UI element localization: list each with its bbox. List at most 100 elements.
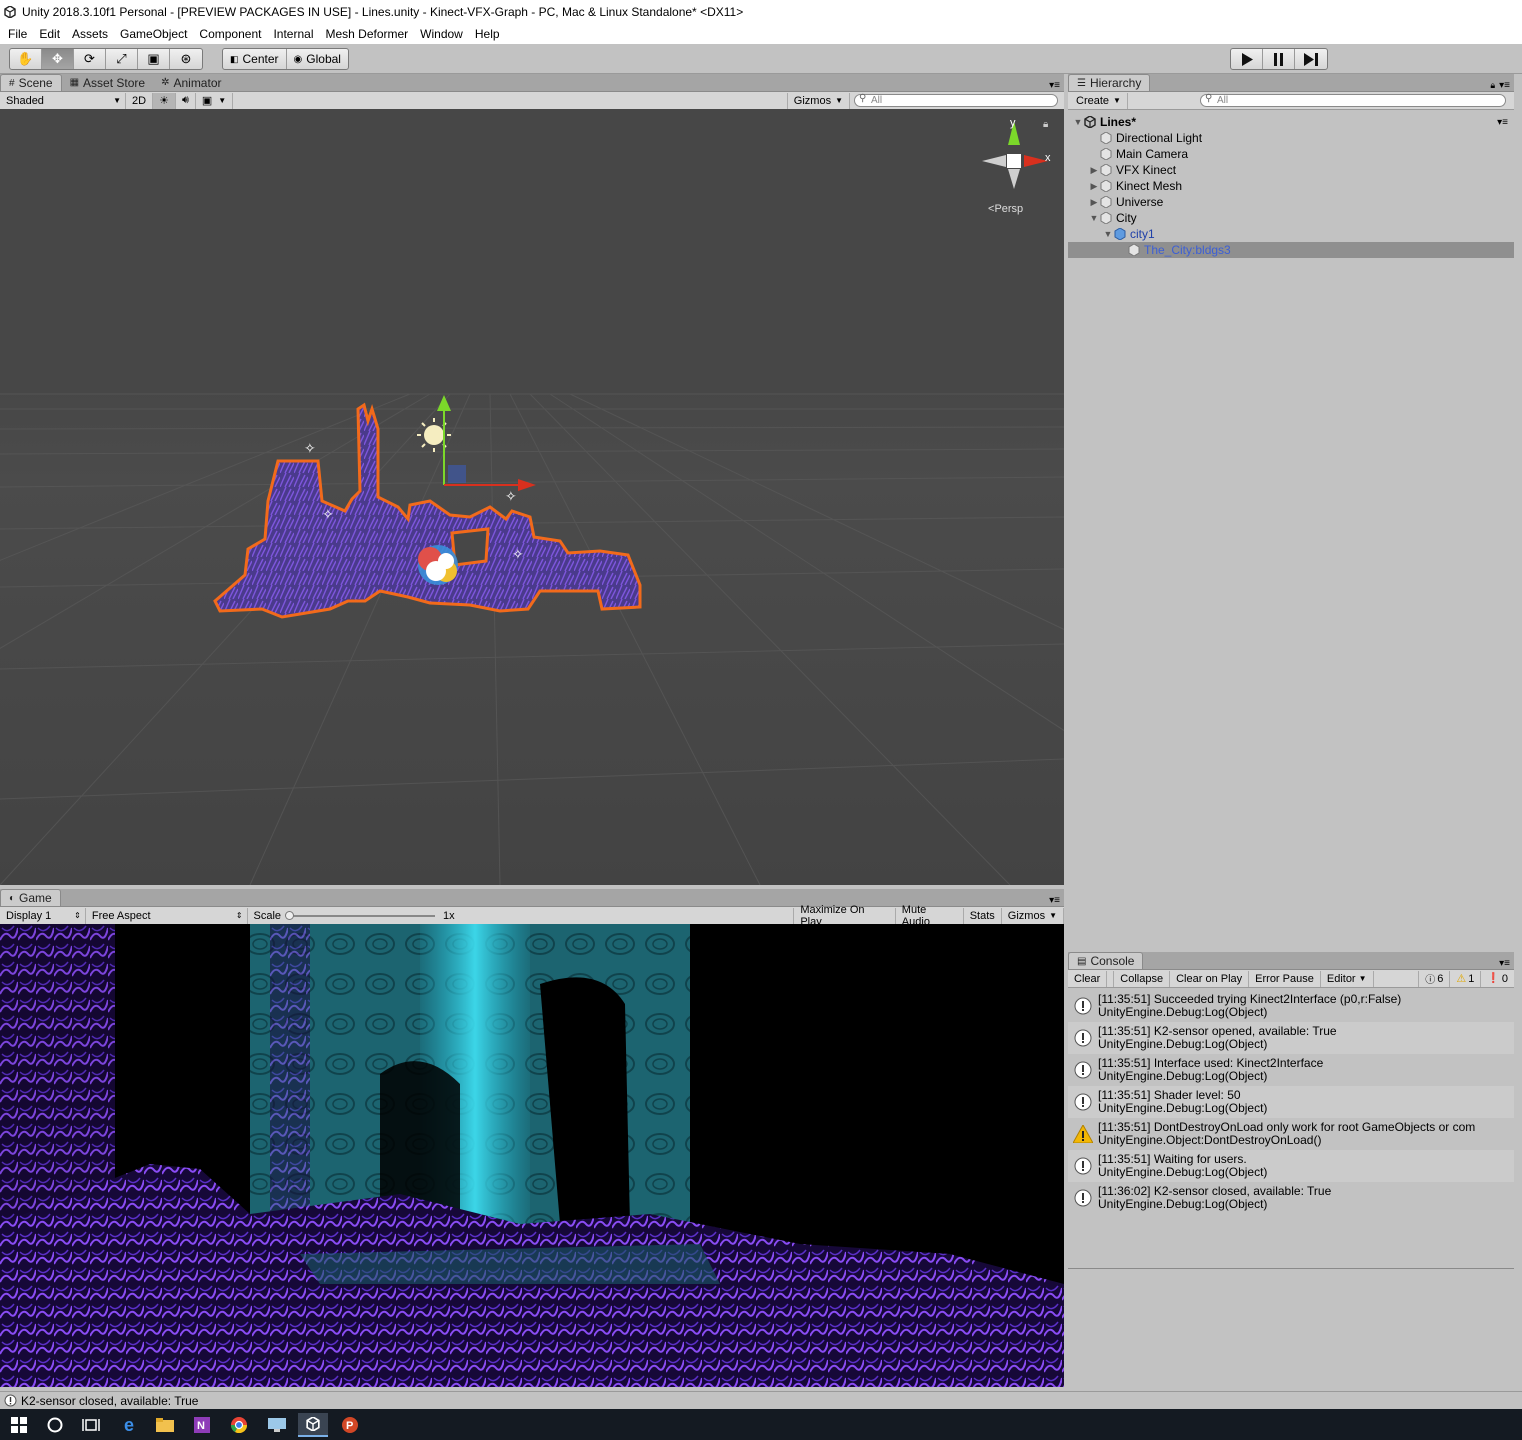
hierarchy-item-universe[interactable]: ▶ Universe [1068, 194, 1514, 210]
log-entry[interactable]: [11:35:51] Shader level: 50 UnityEngine.D… [1068, 1086, 1514, 1118]
gizmos-dropdown[interactable]: Gizmos ▼ [786, 92, 850, 109]
error-filter-toggle[interactable]: ❗ 0 [1481, 971, 1514, 987]
audio-toggle[interactable]: 🔊︎ [176, 92, 196, 109]
rotate-tool-button[interactable]: ⟳ [74, 49, 106, 69]
log-entry[interactable]: [11:35:51] Succeeded trying Kinect2Inter… [1068, 990, 1514, 1022]
taskbar-chrome[interactable] [224, 1413, 254, 1437]
aspect-dropdown[interactable]: Free Aspect ⇕ [86, 907, 248, 924]
scene-panel: # Scene ▦ Asset Store ✲ Animator ▾≡ Shaded ▼… [0, 74, 1064, 110]
start-button[interactable] [4, 1413, 34, 1437]
move-tool-button[interactable]: ✥ [42, 49, 74, 69]
console-detail-divider[interactable] [1068, 1268, 1514, 1269]
display-dropdown[interactable]: Display 1 ⇕ [0, 907, 86, 924]
scale-tool-button[interactable]: ⤢ [106, 49, 138, 69]
panel-menu-icon[interactable]: ▾≡ [1049, 895, 1064, 906]
expand-arrow-icon[interactable]: ▼ [1102, 229, 1114, 239]
transform-tool-button[interactable]: ⊛ [170, 49, 202, 69]
taskbar-edge[interactable]: e [114, 1413, 144, 1437]
toggle-2d-button[interactable]: 2D [126, 92, 154, 109]
hierarchy-item-kinect-mesh[interactable]: ▶ Kinect Mesh [1068, 178, 1514, 194]
taskbar-unity[interactable] [298, 1413, 328, 1437]
lighting-toggle[interactable]: ☀ [153, 92, 176, 109]
hierarchy-item-city1[interactable]: ▼ city1 [1068, 226, 1514, 242]
global-button[interactable]: ◉ Global [287, 49, 348, 69]
log-entry[interactable]: [11:35:51] Waiting for users. UnityEngine… [1068, 1150, 1514, 1182]
info-filter-toggle[interactable]: ⓘ 6 [1418, 970, 1451, 987]
rect-tool-button[interactable]: ▣ [138, 49, 170, 69]
expand-arrow-icon[interactable]: ▶ [1088, 197, 1100, 208]
status-bar[interactable]: K2-sensor closed, available: True [0, 1391, 1522, 1409]
expand-arrow-icon[interactable]: ▼ [1072, 117, 1084, 127]
lock-icon[interactable]: 🔒︎ [1490, 80, 1499, 91]
expand-arrow-icon[interactable]: ▶ [1088, 181, 1100, 192]
mute-audio-toggle[interactable]: Mute Audio [896, 904, 964, 928]
pause-button[interactable] [1263, 49, 1295, 69]
taskbar-onenote[interactable]: N [187, 1413, 217, 1437]
tab-console[interactable]: ▤ Console [1068, 952, 1144, 969]
scene-root-row[interactable]: ▼ Lines* ▾≡ [1068, 114, 1514, 130]
gameobject-icon [1100, 164, 1112, 176]
hierarchy-search-input[interactable]: All [1199, 93, 1506, 107]
console-clear-on-play-button[interactable]: Clear on Play [1170, 970, 1250, 987]
menu-window[interactable]: Window [414, 27, 469, 41]
task-view-button[interactable] [76, 1413, 106, 1437]
console-error-pause-button[interactable]: Error Pause [1249, 970, 1321, 987]
scene-viewport[interactable]: ✧ ✧ ✧ ✧ y x 🔒︎ <Persp [0, 109, 1064, 885]
game-viewport[interactable] [0, 924, 1064, 1387]
menu-edit[interactable]: Edit [33, 27, 66, 41]
rect-icon: ▣ [147, 51, 160, 66]
log-entry-warning[interactable]: [11:35:51] DontDestroyOnLoad only work f… [1068, 1118, 1514, 1150]
scale-slider-thumb[interactable] [285, 910, 295, 920]
hierarchy-item-main-camera[interactable]: Main Camera [1068, 146, 1514, 162]
info-icon [1074, 1189, 1092, 1207]
tab-game[interactable]: ◐ Game [0, 889, 61, 906]
console-editor-dropdown[interactable]: Editor ▼ [1321, 970, 1374, 987]
tab-asset-store[interactable]: ▦ Asset Store [62, 74, 153, 91]
scene-search-input[interactable]: All [854, 93, 1058, 107]
scale-slider[interactable] [285, 910, 436, 920]
taskbar-remote[interactable] [262, 1413, 292, 1437]
hierarchy-item-directional-light[interactable]: Directional Light [1068, 130, 1514, 146]
projection-toggle[interactable]: <Persp [988, 203, 1023, 215]
hierarchy-item-city[interactable]: ▼ City [1068, 210, 1514, 226]
stats-toggle[interactable]: Stats [964, 907, 1002, 924]
panel-menu-icon[interactable]: ▾≡ [1049, 80, 1064, 91]
hierarchy-item-the-city-bldgs3[interactable]: The_City:bldgs3 [1068, 242, 1514, 258]
menu-help[interactable]: Help [469, 27, 506, 41]
step-button[interactable] [1295, 49, 1327, 69]
warning-filter-toggle[interactable]: ⚠ 1 [1450, 970, 1482, 987]
tab-scene[interactable]: # Scene [0, 74, 62, 91]
menu-gameobject[interactable]: GameObject [114, 27, 193, 41]
menu-mesh-deformer[interactable]: Mesh Deformer [319, 27, 414, 41]
taskbar-powerpoint[interactable]: P [335, 1413, 365, 1437]
create-dropdown[interactable]: Create ▼ [1070, 92, 1128, 109]
pivot-center-button[interactable]: ◧ Center [223, 49, 287, 69]
log-entry[interactable]: [11:35:51] Interface used: Kinect2Interf… [1068, 1054, 1514, 1086]
log-entry[interactable]: [11:35:51] K2-sensor opened, available: … [1068, 1022, 1514, 1054]
console-collapse-button[interactable]: Collapse [1113, 970, 1171, 987]
shading-mode-dropdown[interactable]: Shaded ▼ [0, 92, 126, 109]
menu-file[interactable]: File [2, 27, 33, 41]
effects-dropdown[interactable]: ▣ ▼ [196, 92, 234, 109]
cortana-button[interactable] [40, 1413, 70, 1437]
taskbar-explorer[interactable] [150, 1413, 180, 1437]
lock-icon[interactable]: 🔒︎ [1043, 119, 1048, 130]
maximize-on-play-toggle[interactable]: Maximize On Play [794, 904, 896, 928]
console-clear-button[interactable]: Clear [1068, 970, 1108, 987]
tab-hierarchy[interactable]: ☰ Hierarchy [1068, 74, 1151, 91]
vfx-icon: ✧ [505, 489, 517, 505]
play-button[interactable] [1231, 49, 1263, 69]
hand-tool-button[interactable]: ✋ [10, 49, 42, 69]
panel-menu-icon[interactable]: ▾≡ [1499, 958, 1514, 969]
hierarchy-item-vfx-kinect[interactable]: ▶ VFX Kinect [1068, 162, 1514, 178]
menu-assets[interactable]: Assets [66, 27, 114, 41]
menu-internal[interactable]: Internal [267, 27, 319, 41]
expand-arrow-icon[interactable]: ▶ [1088, 165, 1100, 176]
log-entry[interactable]: [11:36:02] K2-sensor closed, available: … [1068, 1182, 1514, 1214]
panel-menu-icon[interactable]: ▾≡ [1499, 80, 1514, 91]
row-menu-icon[interactable]: ▾≡ [1497, 117, 1508, 128]
expand-arrow-icon[interactable]: ▼ [1088, 213, 1100, 223]
menu-component[interactable]: Component [193, 27, 267, 41]
game-gizmos-dropdown[interactable]: Gizmos ▼ [1002, 907, 1064, 924]
tab-animator[interactable]: ✲ Animator [153, 74, 229, 91]
